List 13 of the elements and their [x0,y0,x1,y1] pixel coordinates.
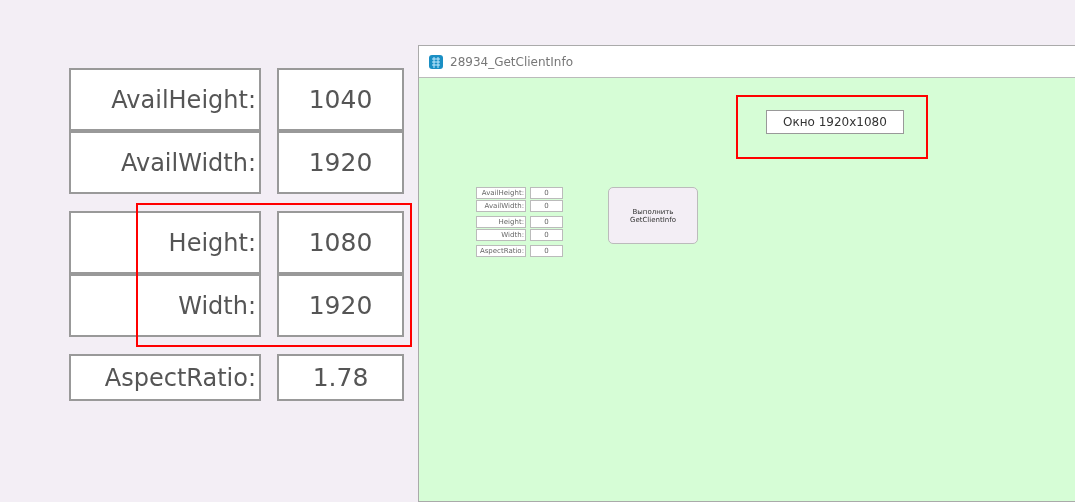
app-icon [428,53,444,70]
value-cell: 1040 [277,68,404,131]
value-cell: 1920 [277,131,404,194]
label-cell: AvailHeight: [69,68,261,131]
value-cell: 1.78 [277,354,404,401]
label-cell: AvailWidth: [69,131,261,194]
window-title: 28934_GetClientInfo [450,54,573,69]
label-cell: AspectRatio: [69,354,261,401]
value-cell: 1080 [277,211,404,274]
window-size-label: Окно 1920x1080 [766,110,904,134]
value-cell: 1920 [277,274,404,337]
label-cell: Width: [69,274,261,337]
label-cell: Height: [69,211,261,274]
